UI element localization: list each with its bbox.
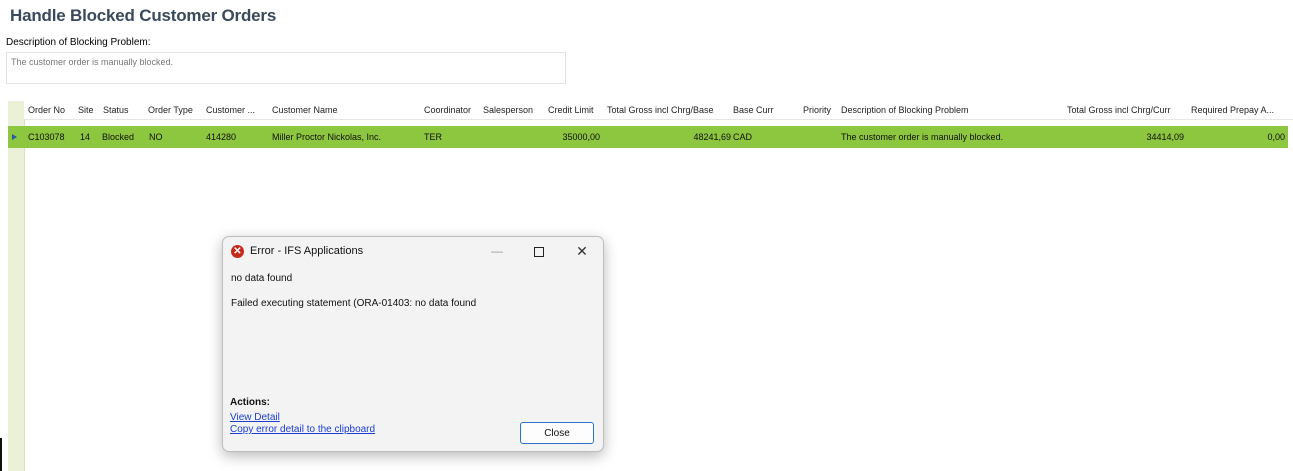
cell-customer-name[interactable]: Miller Proctor Nickolas, Inc. bbox=[272, 132, 381, 142]
column-header-total-gross-curr[interactable]: Total Gross incl Chrg/Curr bbox=[1067, 105, 1171, 115]
column-header-site[interactable]: Site bbox=[78, 105, 94, 115]
column-header-customer-name[interactable]: Customer Name bbox=[272, 105, 338, 115]
description-field[interactable]: The customer order is manually blocked. bbox=[6, 52, 566, 84]
close-button[interactable]: Close bbox=[520, 422, 594, 444]
maximize-button[interactable] bbox=[524, 241, 554, 261]
cell-blocking-description[interactable]: The customer order is manually blocked. bbox=[841, 132, 1003, 142]
table-row[interactable]: C103078 14 Blocked NO 414280 Miller Proc… bbox=[8, 126, 1288, 148]
description-value: The customer order is manually blocked. bbox=[11, 57, 174, 67]
cell-order-no[interactable]: C103078 bbox=[28, 132, 65, 142]
column-header-customer-no[interactable]: Customer ... bbox=[206, 105, 255, 115]
error-dialog: ✕ Error - IFS Applications — ✕ no data f… bbox=[222, 236, 604, 452]
page-title: Handle Blocked Customer Orders bbox=[10, 6, 277, 25]
column-header-base-curr[interactable]: Base Curr bbox=[733, 105, 774, 115]
actions-label: Actions: bbox=[230, 397, 270, 408]
maximize-icon bbox=[534, 246, 544, 257]
window-edge-marker bbox=[0, 438, 2, 471]
error-message: no data found bbox=[231, 273, 293, 284]
column-header-credit-limit[interactable]: Credit Limit bbox=[548, 105, 594, 115]
cell-credit-limit[interactable]: 35000,00 bbox=[548, 132, 600, 142]
column-header-total-gross-base[interactable]: Total Gross incl Chrg/Base bbox=[607, 105, 714, 115]
dialog-title: Error - IFS Applications bbox=[250, 245, 364, 257]
grid-row-selector-strip bbox=[8, 101, 25, 471]
close-window-button[interactable]: ✕ bbox=[567, 241, 597, 261]
column-header-status[interactable]: Status bbox=[103, 105, 129, 115]
cell-required-prepay[interactable]: 0,00 bbox=[1228, 132, 1285, 142]
column-header-order-type[interactable]: Order Type bbox=[148, 105, 193, 115]
view-detail-link[interactable]: View Detail bbox=[230, 412, 280, 423]
error-detail: Failed executing statement (ORA-01403: n… bbox=[231, 298, 477, 309]
column-header-priority[interactable]: Priority bbox=[803, 105, 831, 115]
cell-total-gross-curr[interactable]: 34414,09 bbox=[1118, 132, 1184, 142]
cell-site[interactable]: 14 bbox=[80, 132, 90, 142]
error-icon: ✕ bbox=[231, 245, 244, 258]
cell-base-curr[interactable]: CAD bbox=[733, 132, 752, 142]
cell-coordinator[interactable]: TER bbox=[424, 132, 442, 142]
cell-status[interactable]: Blocked bbox=[102, 132, 134, 142]
cell-customer-no[interactable]: 414280 bbox=[206, 132, 236, 142]
cell-total-gross-base[interactable]: 48241,69 bbox=[648, 132, 731, 142]
minimize-button[interactable]: — bbox=[482, 241, 512, 261]
column-header-blocking-description[interactable]: Description of Blocking Problem bbox=[841, 105, 969, 115]
cell-order-type[interactable]: NO bbox=[149, 132, 163, 142]
column-header-required-prepay[interactable]: Required Prepay A... bbox=[1191, 105, 1274, 115]
grid-header: Order No Site Status Order Type Customer… bbox=[24, 101, 1293, 120]
column-header-salesperson[interactable]: Salesperson bbox=[483, 105, 533, 115]
description-label: Description of Blocking Problem: bbox=[6, 37, 151, 48]
copy-error-link[interactable]: Copy error detail to the clipboard bbox=[230, 424, 375, 435]
current-row-arrow-icon bbox=[12, 134, 17, 140]
column-header-order-no[interactable]: Order No bbox=[28, 105, 65, 115]
column-header-coordinator[interactable]: Coordinator bbox=[424, 105, 471, 115]
